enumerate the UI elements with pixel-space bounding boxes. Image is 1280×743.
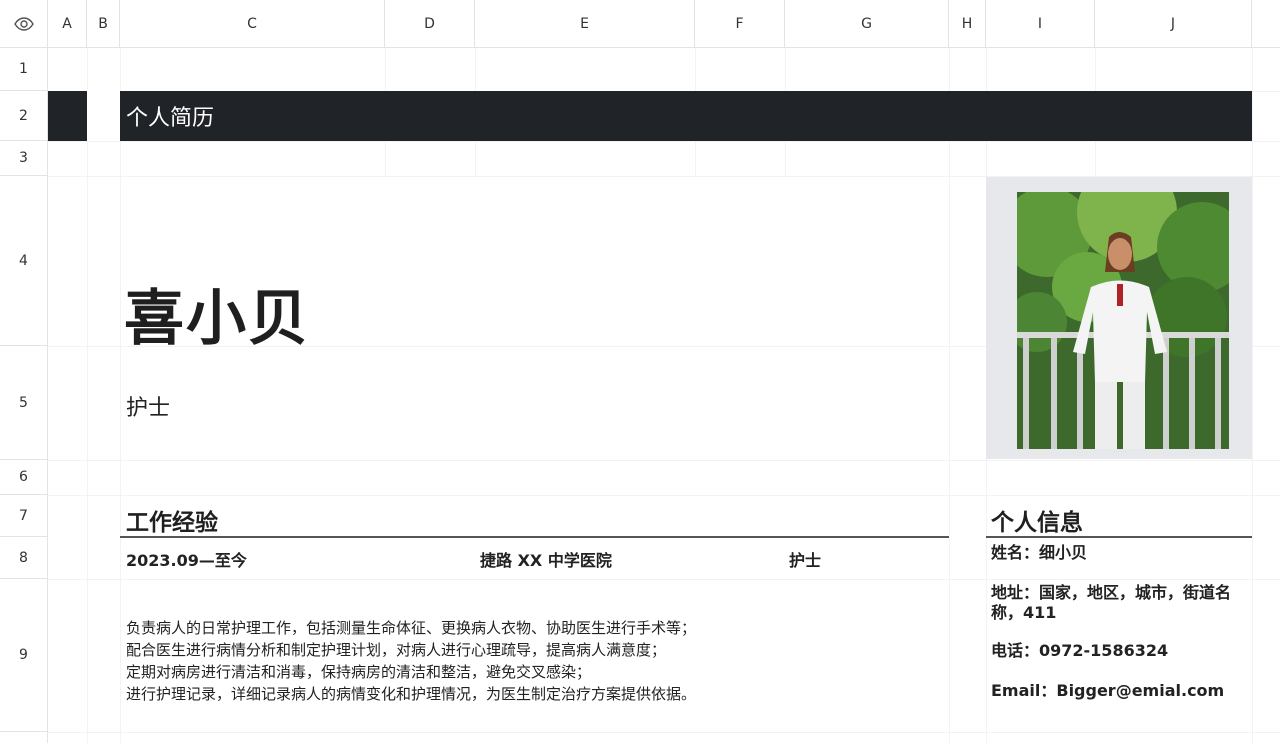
- row-header-5[interactable]: 5: [0, 346, 48, 460]
- row-header-6[interactable]: 6: [0, 460, 48, 495]
- info-address-line: 称，411: [991, 603, 1057, 622]
- column-header-d[interactable]: D: [385, 0, 475, 48]
- info-email[interactable]: Email：Bigger@emial.com: [991, 681, 1224, 701]
- grid-line: [48, 141, 1280, 142]
- personal-info-underline: [986, 536, 1252, 538]
- row-header-10[interactable]: [0, 732, 48, 743]
- candidate-name[interactable]: 喜小贝: [124, 270, 310, 357]
- title-bar[interactable]: [48, 91, 1252, 141]
- grid-line: [120, 48, 121, 743]
- duty-line: 配合医生进行病情分析和制定护理计划，对病人进行心理疏导，提高病人满意度；: [126, 641, 667, 659]
- info-address[interactable]: 地址：国家，地区，城市，街道名 称，411: [991, 583, 1231, 623]
- grid-line: [949, 48, 950, 743]
- candidate-role[interactable]: 护士: [126, 390, 170, 422]
- info-name[interactable]: 姓名：细小贝: [991, 543, 1087, 563]
- column-header-a[interactable]: A: [48, 0, 87, 48]
- spreadsheet: A B C D E F G H I J 1 2 3 4 5 6 7 8 9 个人…: [0, 0, 1280, 743]
- duty-line: 负责病人的日常护理工作，包括测量生命体征、更换病人衣物、协助医生进行手术等；: [126, 619, 697, 637]
- column-header-g[interactable]: G: [785, 0, 949, 48]
- duty-line: 定期对病房进行清洁和消毒，保持病房的清洁和整洁，避免交叉感染；: [126, 663, 592, 681]
- info-address-line: 地址：国家，地区，城市，街道名: [991, 583, 1232, 602]
- row-header-2[interactable]: 2: [0, 91, 48, 141]
- grid-line: [48, 495, 1280, 496]
- column-header-next[interactable]: [1252, 0, 1280, 48]
- select-all-corner[interactable]: [0, 0, 48, 48]
- row-header-7[interactable]: 7: [0, 495, 48, 537]
- column-header-j[interactable]: J: [1095, 0, 1252, 48]
- nurse-portrait-photo[interactable]: [1017, 192, 1229, 449]
- grid-line: [87, 48, 88, 743]
- column-header-i[interactable]: I: [986, 0, 1095, 48]
- column-header-h[interactable]: H: [949, 0, 986, 48]
- column-header-f[interactable]: F: [695, 0, 785, 48]
- row-header-1[interactable]: 1: [0, 48, 48, 91]
- column-header-c[interactable]: C: [120, 0, 385, 48]
- grid-line: [1252, 48, 1253, 743]
- job-period[interactable]: 2023.09—至今: [126, 547, 247, 571]
- eye-icon[interactable]: [13, 16, 34, 31]
- experience-heading[interactable]: 工作经验: [126, 503, 218, 537]
- experience-underline: [120, 536, 949, 538]
- grid-line: [48, 579, 1280, 580]
- grid-line: [48, 460, 1280, 461]
- row-header-8[interactable]: 8: [0, 537, 48, 579]
- column-header-e[interactable]: E: [475, 0, 695, 48]
- info-phone[interactable]: 电话：0972-1586324: [991, 641, 1168, 661]
- job-duties[interactable]: 负责病人的日常护理工作，包括测量生命体征、更换病人衣物、协助医生进行手术等； 配…: [126, 617, 696, 705]
- duty-line: 进行护理记录，详细记录病人的病情变化和护理情况，为医生制定治疗方案提供依据。: [126, 685, 697, 703]
- personal-info-heading[interactable]: 个人信息: [991, 503, 1083, 537]
- grid-line: [48, 732, 1280, 733]
- row-header-4[interactable]: 4: [0, 176, 48, 346]
- job-employer[interactable]: 捷路 XX 中学医院: [480, 547, 612, 571]
- column-header-b[interactable]: B: [87, 0, 120, 48]
- title-bar-gap: [87, 91, 120, 141]
- row-header-3[interactable]: 3: [0, 141, 48, 176]
- job-position[interactable]: 护士: [789, 547, 821, 571]
- resume-title[interactable]: 个人简历: [126, 92, 214, 140]
- row-header-9[interactable]: 9: [0, 579, 48, 732]
